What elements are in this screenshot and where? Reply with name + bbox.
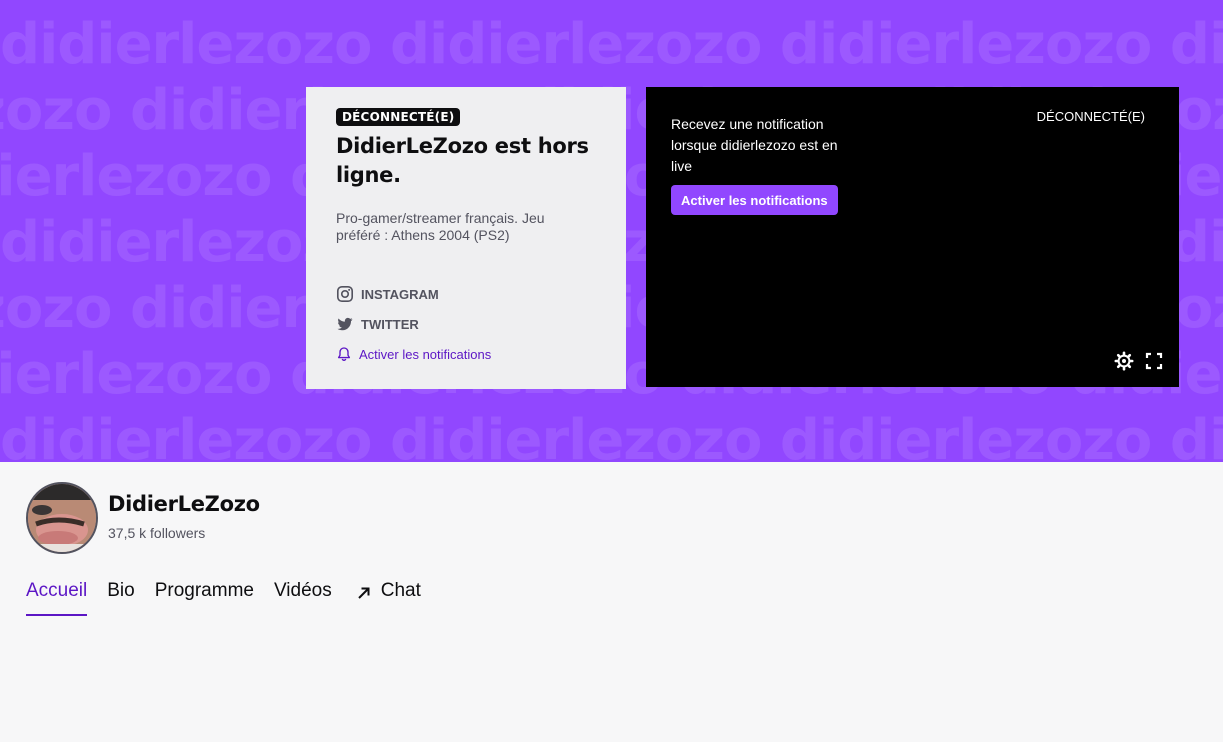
tab-schedule[interactable]: Programme: [155, 580, 254, 614]
enable-notifications-label: Activer les notifications: [359, 346, 492, 362]
tab-schedule-label: Programme: [154, 580, 254, 601]
instagram-icon: [336, 285, 354, 303]
twitter-label: TWITTER: [361, 316, 419, 332]
channel-name: DidierLeZozo: [108, 492, 260, 516]
tab-videos[interactable]: Vidéos: [274, 580, 332, 614]
tab-chat-label: Chat: [380, 580, 421, 601]
avatar-image: [28, 484, 96, 552]
channel-description: Pro-gamer/streamer français. Jeu préféré…: [336, 210, 545, 243]
follower-count: 37,5 k followers: [108, 525, 206, 541]
twitter-link[interactable]: TWITTER: [336, 309, 491, 339]
tab-chat[interactable]: Chat: [352, 580, 421, 614]
video-player[interactable]: Recevez une notification lorsque didierl…: [646, 87, 1179, 387]
tab-home[interactable]: Accueil: [26, 580, 88, 616]
settings-icon[interactable]: [1114, 351, 1134, 371]
banner-watermark-row: didierlezozo didierlezozo didierlezozo d…: [0, 12, 1223, 77]
bell-icon: [337, 347, 351, 362]
instagram-link[interactable]: INSTAGRAM: [336, 279, 491, 309]
offline-badge: DÉCONNECTÉ(E): [336, 108, 461, 126]
channel-tabs: Accueil Bio Programme Vidéos Chat: [26, 580, 441, 616]
offline-card: DÉCONNECTÉ(E) DidierLeZozo est hors lign…: [306, 87, 626, 389]
player-notification-message: Recevez une notification lorsque didierl…: [671, 116, 838, 174]
fullscreen-icon[interactable]: [1144, 351, 1164, 371]
offline-title: DidierLeZozo est hors ligne.: [336, 134, 589, 187]
tab-bio-label: Bio: [107, 580, 135, 601]
enable-notifications-button[interactable]: Activer les notifications: [671, 185, 838, 215]
social-links: INSTAGRAM TWITTER Activer les notificati…: [336, 279, 491, 369]
banner-watermark-row: didierlezozo didierlezozo didierlezozo d…: [0, 408, 1223, 462]
tab-videos-label: Vidéos: [273, 580, 332, 601]
external-arrow-icon: [358, 587, 370, 599]
enable-notifications-link[interactable]: Activer les notifications: [336, 339, 491, 369]
player-offline-status: DÉCONNECTÉ(E): [1036, 109, 1145, 124]
twitter-icon: [337, 317, 353, 331]
avatar[interactable]: [26, 482, 98, 554]
channel-banner: didierlezozo didierlezozo didierlezozo d…: [0, 0, 1223, 462]
tab-home-label: Accueil: [26, 580, 88, 601]
instagram-label: INSTAGRAM: [361, 286, 439, 302]
tab-bio[interactable]: Bio: [107, 580, 134, 614]
